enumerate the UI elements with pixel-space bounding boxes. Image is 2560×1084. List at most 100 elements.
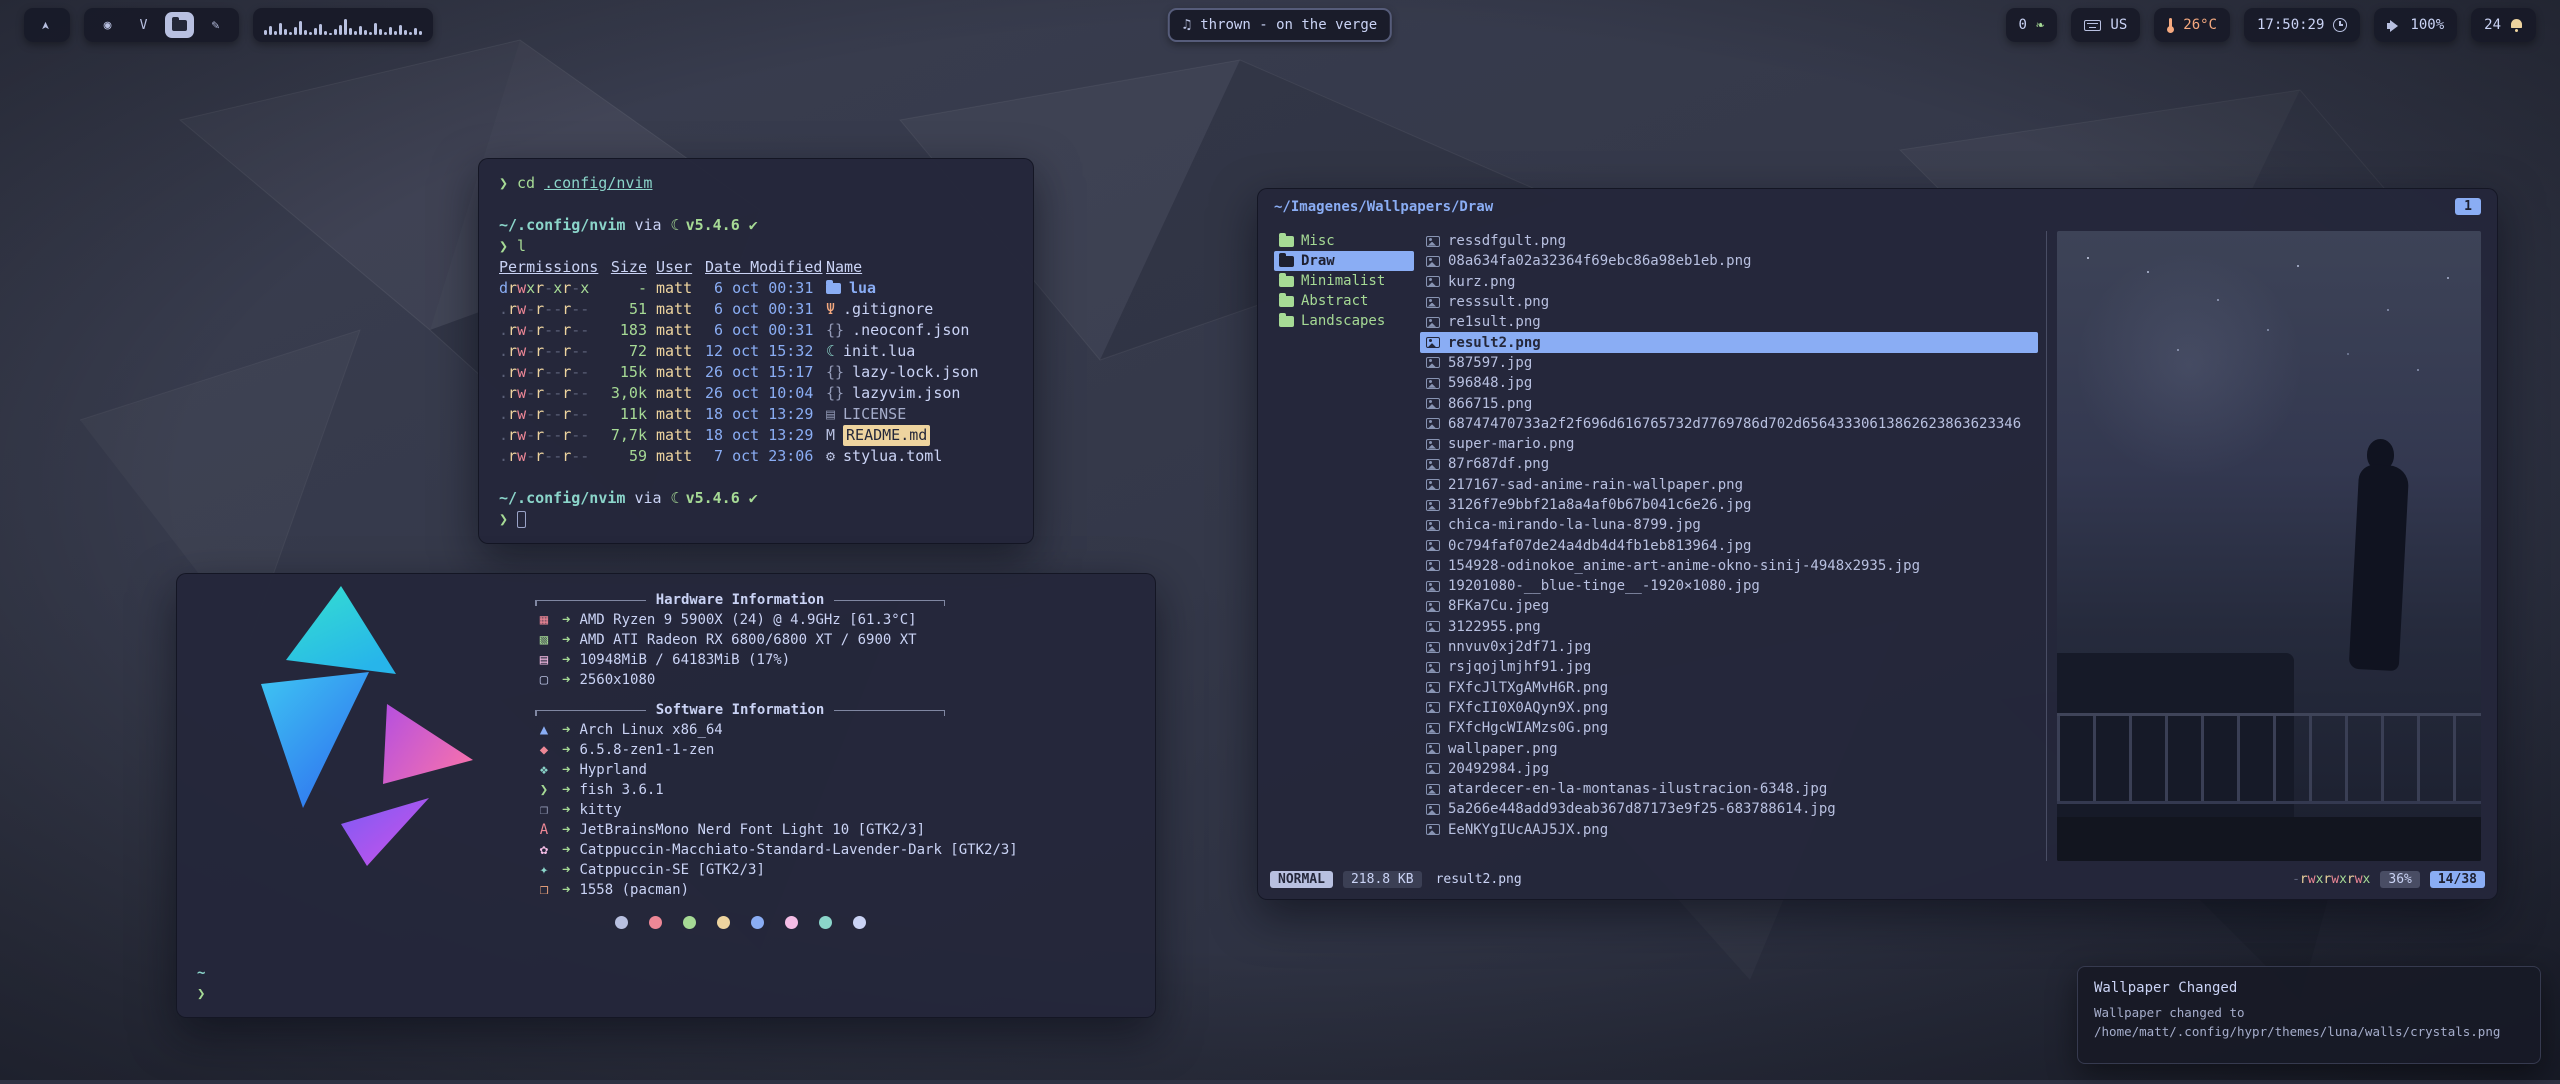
sidebar-dir-item[interactable]: Landscapes (1274, 311, 1414, 331)
via-label: via (634, 215, 661, 236)
updates-module[interactable]: 0 ❧ (2006, 8, 2058, 42)
visualizer-bar (339, 25, 342, 35)
fetch-info-row: ▢➜2560x1080 (535, 670, 1095, 690)
browser-icon[interactable]: ◉ (93, 12, 122, 38)
file-item[interactable]: 68747470733a2f2f696d616765732d7769786d70… (1420, 414, 2038, 434)
launcher-button[interactable]: ➤ (24, 8, 70, 42)
sidebar-dir-item[interactable]: Abstract (1274, 291, 1414, 311)
palette-dot (751, 916, 764, 929)
files-icon[interactable] (165, 12, 194, 38)
git-icon: Ψ (826, 302, 835, 317)
file-item[interactable]: resssult.png (1420, 292, 2038, 312)
file-list-panel: ressdfgult.png 08a634fa02a32364f69ebc86a9… (1420, 231, 2038, 861)
volume-module[interactable]: 100% (2374, 8, 2457, 42)
file-size: 183 (603, 320, 647, 341)
arrow-icon: ➜ (562, 652, 570, 668)
prompt-icon: ❯ (197, 984, 205, 1005)
file-item[interactable]: EeNKYgIUcAAJ5JX.png (1420, 820, 2038, 840)
v-app-icon[interactable]: V (129, 12, 158, 38)
notifications-module[interactable]: 24 (2471, 8, 2536, 42)
image-file-icon (1426, 236, 1440, 247)
file-date: 6 oct 00:31 (705, 299, 817, 320)
file-permissions: -rwxrwxrwx (2292, 872, 2370, 887)
file-item[interactable]: 08a634fa02a32364f69ebc86a98eb1eb.png (1420, 251, 2038, 271)
terminal-input-line[interactable]: ❯ (499, 509, 1013, 530)
file-date: 7 oct 23:06 (705, 446, 817, 467)
file-item[interactable]: nnvuv0xj2df71.jpg (1420, 637, 2038, 657)
json-icon: {} (826, 386, 844, 401)
audio-visualizer[interactable] (253, 8, 433, 42)
sidebar-dir-item[interactable]: Misc (1274, 231, 1414, 251)
file-date: 26 oct 10:04 (705, 383, 817, 404)
file-item[interactable]: 87r687df.png (1420, 454, 2038, 474)
editor-icon[interactable]: ✎ (201, 12, 230, 38)
visualizer-bar (419, 31, 422, 35)
scroll-percent-badge: 36% (2380, 871, 2419, 888)
media-widget[interactable]: ♫ thrown - on the verge (1168, 8, 1392, 42)
file-item[interactable]: kurz.png (1420, 272, 2038, 292)
clock-module[interactable]: 17:50:29 (2244, 8, 2360, 42)
file-item[interactable]: super-mario.png (1420, 434, 2038, 454)
file-item[interactable]: re1sult.png (1420, 312, 2038, 332)
file-item[interactable]: 596848.jpg (1420, 373, 2038, 393)
file-user: matt (656, 320, 696, 341)
image-file-icon (1426, 702, 1440, 713)
file-item[interactable]: atardecer-en-la-montanas-ilustracion-634… (1420, 779, 2038, 799)
file-item[interactable]: 3122955.png (1420, 617, 2038, 637)
software-info-rows: ▲➜Arch Linux x86_64◆➜6.5.8-zen1-1-zen❖➜H… (535, 720, 1095, 900)
image-file-icon (1426, 520, 1440, 531)
fetch-info-row: ▤➜10948MiB / 64183MiB (17%) (535, 650, 1095, 670)
file-name: 217167-sad-anime-rain-wallpaper.png (1448, 477, 1743, 493)
file-item[interactable]: 866715.png (1420, 393, 2038, 413)
file-item[interactable]: 0c794faf07de24a4db4d4fb1eb813964.jpg (1420, 535, 2038, 555)
sidebar-dir-item[interactable]: Draw (1274, 251, 1414, 271)
file-size: 11k (603, 404, 647, 425)
notification-popup[interactable]: Wallpaper Changed Wallpaper changed to /… (2077, 966, 2541, 1064)
directory-panel: MiscDrawMinimalistAbstractLandscapes (1274, 231, 1414, 861)
sidebar-dir-item[interactable]: Minimalist (1274, 271, 1414, 291)
image-file-icon (1426, 642, 1440, 653)
file-item[interactable]: FXfcII0X0AQyn9X.png (1420, 698, 2038, 718)
file-item[interactable]: result2.png (1420, 332, 2038, 352)
file-item[interactable]: 19201080-__blue-tinge__-1920×1080.jpg (1420, 576, 2038, 596)
file-item[interactable]: FXfcHgcWIAMzs0G.png (1420, 718, 2038, 738)
cpu-icon: ▦ (535, 612, 553, 628)
file-size: 72 (603, 341, 647, 362)
kernel-icon: ◆ (535, 742, 553, 758)
file-name: rsjqojlmjhf91.jpg (1448, 659, 1591, 675)
status-ok-icon: ✔ (749, 488, 758, 509)
file-name: 587597.jpg (1448, 355, 1532, 371)
cwd-path: ~/.config/nvim (499, 215, 625, 236)
keyboard-layout-module[interactable]: US (2071, 8, 2140, 42)
file-item[interactable]: 217167-sad-anime-rain-wallpaper.png (1420, 475, 2038, 495)
fetch-info-value: 6.5.8-zen1-1-zen (579, 742, 714, 758)
file-item[interactable]: 3126f7e9bbf21a8a4af0b67b041c6e26.jpg (1420, 495, 2038, 515)
file-item[interactable]: chica-mirando-la-luna-8799.jpg (1420, 515, 2038, 535)
image-file-icon (1426, 337, 1440, 348)
railing-posts-art (2057, 716, 2481, 804)
file-item[interactable]: 8FKa7Cu.jpeg (1420, 596, 2038, 616)
file-item[interactable]: FXfcJlTXgAMvH6R.png (1420, 678, 2038, 698)
visualizer-bar (389, 27, 392, 35)
visualizer-bar (374, 23, 377, 35)
file-item[interactable]: wallpaper.png (1420, 738, 2038, 758)
file-name: ressdfgult.png (1448, 233, 1566, 249)
file-item[interactable]: 20492984.jpg (1420, 759, 2038, 779)
image-file-icon (1426, 662, 1440, 673)
file-item[interactable]: 154928-odinokoe_anime-art-anime-okno-sin… (1420, 556, 2038, 576)
visualizer-bar (414, 28, 417, 35)
file-item[interactable]: ressdfgult.png (1420, 231, 2038, 251)
file-item[interactable]: rsjqojlmjhf91.jpg (1420, 657, 2038, 677)
figure-body-art (2349, 464, 2410, 671)
visualizer-bar (274, 31, 277, 35)
temperature-module[interactable]: 26°C (2154, 8, 2230, 42)
image-file-icon (1426, 763, 1440, 774)
column-header: Size (603, 257, 647, 278)
file-size: 3,0k (603, 383, 647, 404)
file-permissions: drwxr-xr-x (499, 278, 594, 299)
prompt-line: ~/.config/nvim via ☾v5.4.6 ✔ (499, 215, 1013, 236)
image-file-icon (1426, 621, 1440, 632)
file-item[interactable]: 587597.jpg (1420, 353, 2038, 373)
tab-indicator[interactable]: 1 (2455, 198, 2481, 215)
file-item[interactable]: 5a266e448add93deab367d87173e9f25-6837886… (1420, 799, 2038, 819)
